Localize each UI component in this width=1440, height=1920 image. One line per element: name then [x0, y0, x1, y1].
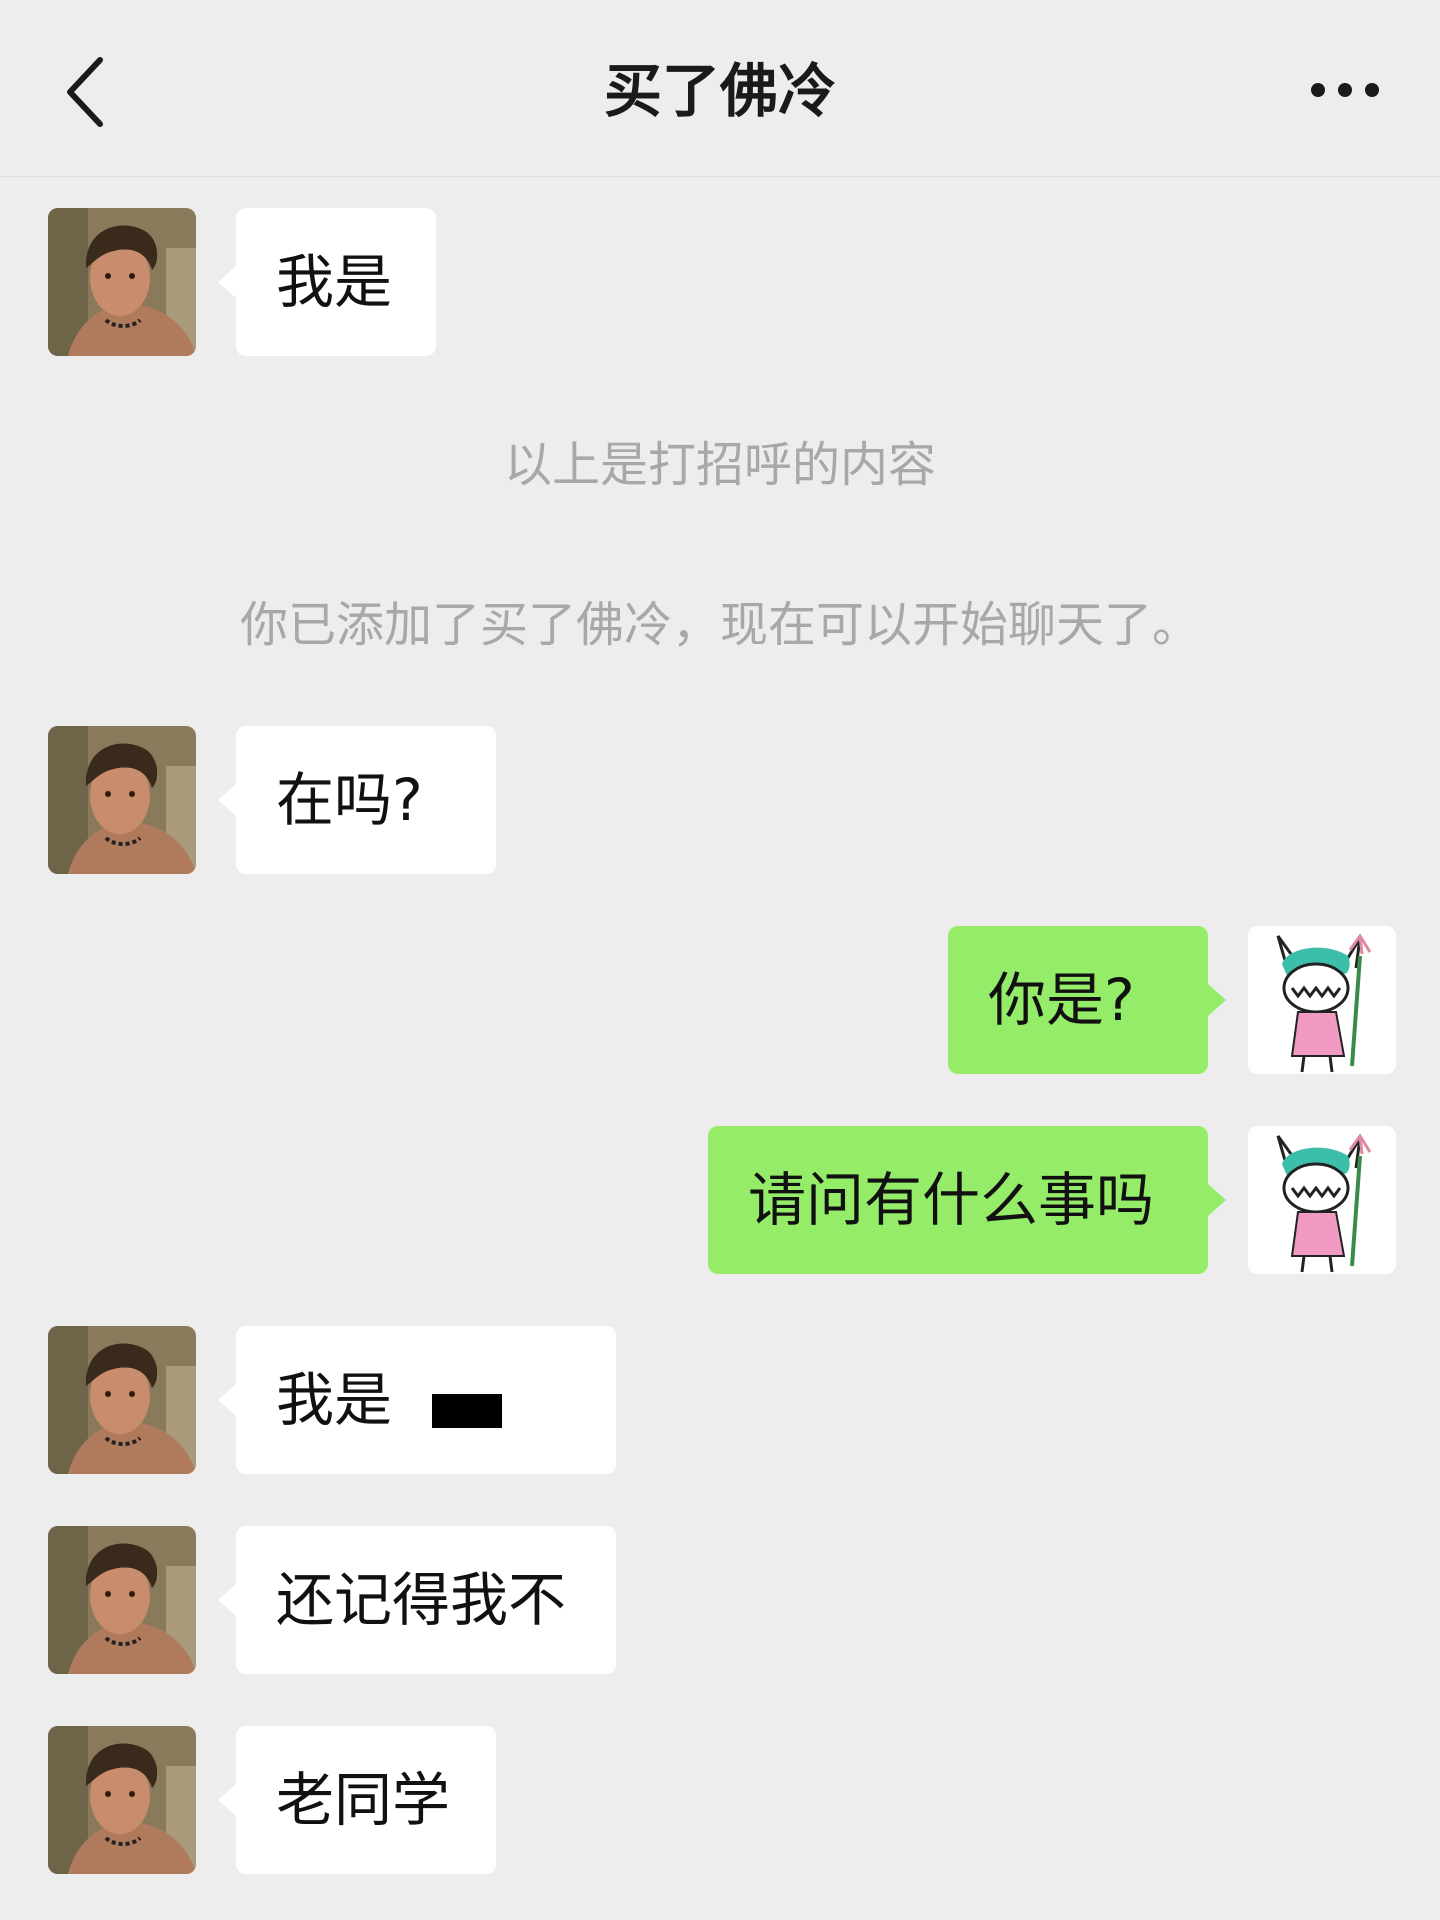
contact-avatar[interactable]: [48, 1326, 196, 1474]
redaction-block: [432, 1394, 502, 1428]
self-avatar[interactable]: [1248, 926, 1396, 1074]
bubble-tail: [218, 1784, 236, 1816]
message-bubble-incoming[interactable]: 我是: [236, 208, 436, 356]
bubble-tail: [218, 1384, 236, 1416]
system-notice: 以上是打招呼的内容: [503, 437, 936, 493]
contact-avatar[interactable]: [48, 726, 196, 874]
bubble-tail: [1208, 1184, 1226, 1216]
system-notice: 你已添加了买了佛冷，现在可以开始聊天了。: [239, 597, 1200, 653]
self-avatar[interactable]: [1248, 1126, 1396, 1274]
message-bubble-outgoing[interactable]: 你是?: [948, 926, 1208, 1074]
message-bubble-incoming[interactable]: 还记得我不: [236, 1526, 616, 1674]
more-button[interactable]: [1310, 70, 1380, 110]
contact-avatar[interactable]: [48, 208, 196, 356]
message-bubble-incoming[interactable]: 在吗?: [236, 726, 496, 874]
chat-title: 买了佛冷: [603, 57, 836, 125]
message-bubble-incoming[interactable]: 老同学: [236, 1726, 496, 1874]
message-bubble-incoming[interactable]: 我是: [236, 1326, 616, 1474]
contact-avatar[interactable]: [48, 1526, 196, 1674]
bubble-tail: [218, 1584, 236, 1616]
more-dots-icon: [1311, 83, 1379, 97]
bubble-tail: [218, 266, 236, 298]
message-bubble-outgoing[interactable]: 请问有什么事吗: [708, 1126, 1208, 1274]
message-text: 我是: [276, 1366, 393, 1434]
bubble-tail: [218, 784, 236, 816]
contact-avatar[interactable]: [48, 1726, 196, 1874]
chat-header: 买了佛冷: [0, 0, 1440, 177]
bubble-tail: [1208, 984, 1226, 1016]
